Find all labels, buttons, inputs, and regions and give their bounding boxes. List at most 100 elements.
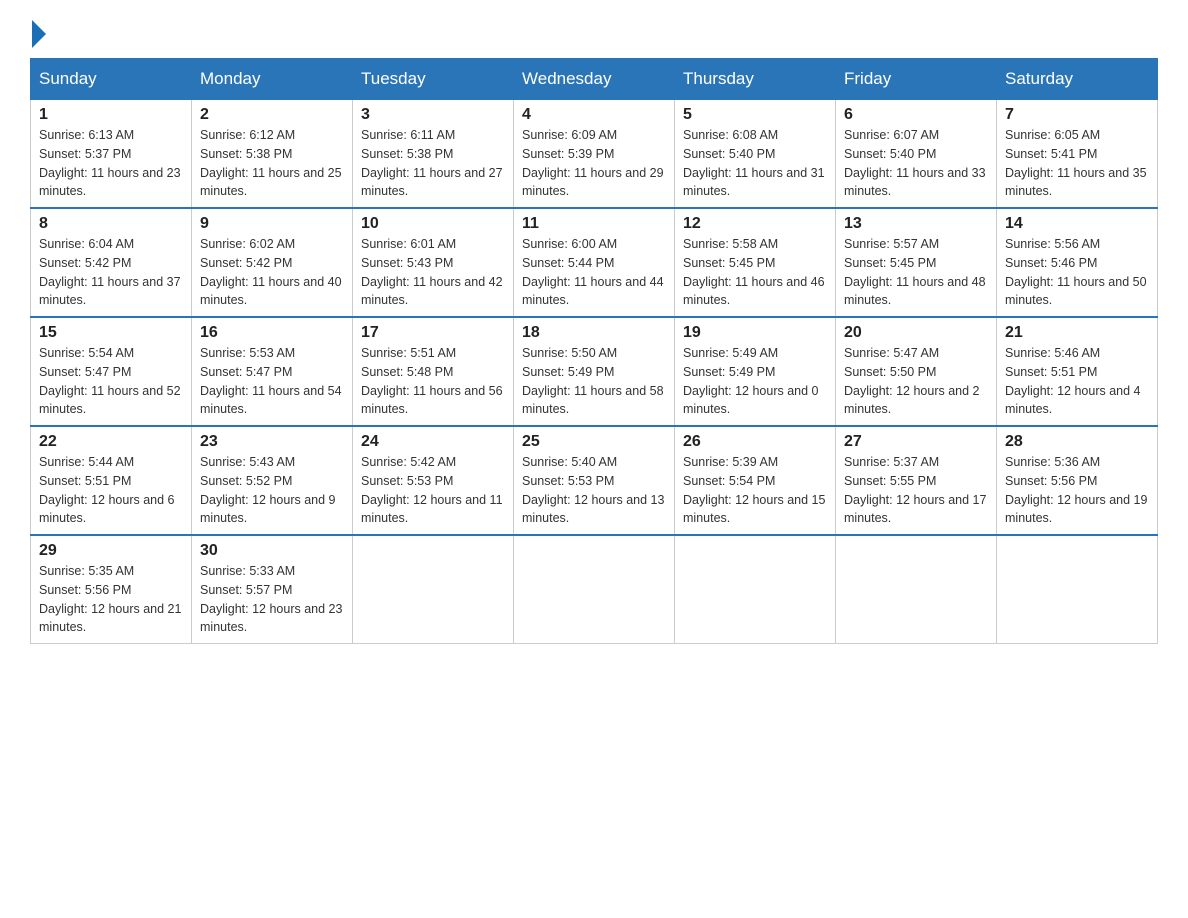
day-info: Sunrise: 5:37 AMSunset: 5:55 PMDaylight:… xyxy=(844,453,988,528)
day-info: Sunrise: 5:36 AMSunset: 5:56 PMDaylight:… xyxy=(1005,453,1149,528)
calendar-cell xyxy=(836,535,997,644)
day-info: Sunrise: 6:11 AMSunset: 5:38 PMDaylight:… xyxy=(361,126,505,201)
calendar-cell: 1 Sunrise: 6:13 AMSunset: 5:37 PMDaylight… xyxy=(31,100,192,209)
logo xyxy=(30,20,48,48)
day-info: Sunrise: 6:02 AMSunset: 5:42 PMDaylight:… xyxy=(200,235,344,310)
day-number: 18 xyxy=(522,324,666,342)
weekday-header-thursday: Thursday xyxy=(675,59,836,100)
day-number: 7 xyxy=(1005,106,1149,124)
logo-triangle-icon xyxy=(32,20,46,48)
calendar-week-row: 1 Sunrise: 6:13 AMSunset: 5:37 PMDaylight… xyxy=(31,100,1158,209)
day-number: 2 xyxy=(200,106,344,124)
calendar-cell: 12 Sunrise: 5:58 AMSunset: 5:45 PMDayligh… xyxy=(675,208,836,317)
day-number: 26 xyxy=(683,433,827,451)
day-info: Sunrise: 6:05 AMSunset: 5:41 PMDaylight:… xyxy=(1005,126,1149,201)
calendar-week-row: 15 Sunrise: 5:54 AMSunset: 5:47 PMDayligh… xyxy=(31,317,1158,426)
calendar-cell xyxy=(675,535,836,644)
day-info: Sunrise: 6:13 AMSunset: 5:37 PMDaylight:… xyxy=(39,126,183,201)
day-number: 9 xyxy=(200,215,344,233)
day-info: Sunrise: 5:40 AMSunset: 5:53 PMDaylight:… xyxy=(522,453,666,528)
calendar-cell: 22 Sunrise: 5:44 AMSunset: 5:51 PMDayligh… xyxy=(31,426,192,535)
calendar-cell: 14 Sunrise: 5:56 AMSunset: 5:46 PMDayligh… xyxy=(997,208,1158,317)
calendar-cell: 9 Sunrise: 6:02 AMSunset: 5:42 PMDaylight… xyxy=(192,208,353,317)
day-number: 29 xyxy=(39,542,183,560)
day-number: 19 xyxy=(683,324,827,342)
calendar-cell: 15 Sunrise: 5:54 AMSunset: 5:47 PMDayligh… xyxy=(31,317,192,426)
calendar-cell: 5 Sunrise: 6:08 AMSunset: 5:40 PMDaylight… xyxy=(675,100,836,209)
day-number: 15 xyxy=(39,324,183,342)
day-number: 3 xyxy=(361,106,505,124)
day-number: 14 xyxy=(1005,215,1149,233)
day-info: Sunrise: 5:43 AMSunset: 5:52 PMDaylight:… xyxy=(200,453,344,528)
day-number: 5 xyxy=(683,106,827,124)
calendar-cell: 3 Sunrise: 6:11 AMSunset: 5:38 PMDaylight… xyxy=(353,100,514,209)
calendar-cell: 27 Sunrise: 5:37 AMSunset: 5:55 PMDayligh… xyxy=(836,426,997,535)
day-number: 11 xyxy=(522,215,666,233)
day-number: 28 xyxy=(1005,433,1149,451)
day-info: Sunrise: 5:47 AMSunset: 5:50 PMDaylight:… xyxy=(844,344,988,419)
calendar-cell: 16Sunrise: 5:53 AMSunset: 5:47 PMDayligh… xyxy=(192,317,353,426)
day-number: 4 xyxy=(522,106,666,124)
day-number: 1 xyxy=(39,106,183,124)
calendar-cell: 28 Sunrise: 5:36 AMSunset: 5:56 PMDayligh… xyxy=(997,426,1158,535)
day-info: Sunrise: 5:56 AMSunset: 5:46 PMDaylight:… xyxy=(1005,235,1149,310)
calendar-cell: 2 Sunrise: 6:12 AMSunset: 5:38 PMDaylight… xyxy=(192,100,353,209)
weekday-header-monday: Monday xyxy=(192,59,353,100)
calendar-week-row: 8 Sunrise: 6:04 AMSunset: 5:42 PMDaylight… xyxy=(31,208,1158,317)
calendar-cell: 18 Sunrise: 5:50 AMSunset: 5:49 PMDayligh… xyxy=(514,317,675,426)
calendar-cell: 29 Sunrise: 5:35 AMSunset: 5:56 PMDayligh… xyxy=(31,535,192,644)
day-info: Sunrise: 6:00 AMSunset: 5:44 PMDaylight:… xyxy=(522,235,666,310)
weekday-header-friday: Friday xyxy=(836,59,997,100)
calendar-cell: 8 Sunrise: 6:04 AMSunset: 5:42 PMDaylight… xyxy=(31,208,192,317)
calendar-cell: 25 Sunrise: 5:40 AMSunset: 5:53 PMDayligh… xyxy=(514,426,675,535)
page-header xyxy=(30,20,1158,48)
calendar-cell: 17 Sunrise: 5:51 AMSunset: 5:48 PMDayligh… xyxy=(353,317,514,426)
calendar-cell: 20Sunrise: 5:47 AMSunset: 5:50 PMDayligh… xyxy=(836,317,997,426)
day-info: Sunrise: 5:35 AMSunset: 5:56 PMDaylight:… xyxy=(39,562,183,637)
day-info: Sunrise: 5:44 AMSunset: 5:51 PMDaylight:… xyxy=(39,453,183,528)
calendar-cell: 7 Sunrise: 6:05 AMSunset: 5:41 PMDaylight… xyxy=(997,100,1158,209)
day-number: 22 xyxy=(39,433,183,451)
calendar-cell: 13Sunrise: 5:57 AMSunset: 5:45 PMDayligh… xyxy=(836,208,997,317)
day-number: 12 xyxy=(683,215,827,233)
day-number: 27 xyxy=(844,433,988,451)
calendar-cell xyxy=(353,535,514,644)
day-number: 13 xyxy=(844,215,988,233)
day-info: Sunrise: 5:42 AMSunset: 5:53 PMDaylight:… xyxy=(361,453,505,528)
logo-blue-part xyxy=(30,20,48,48)
day-number: 23 xyxy=(200,433,344,451)
day-info: Sunrise: 5:53 AMSunset: 5:47 PMDaylight:… xyxy=(200,344,344,419)
day-info: Sunrise: 5:54 AMSunset: 5:47 PMDaylight:… xyxy=(39,344,183,419)
calendar-cell xyxy=(514,535,675,644)
day-info: Sunrise: 5:58 AMSunset: 5:45 PMDaylight:… xyxy=(683,235,827,310)
day-info: Sunrise: 5:50 AMSunset: 5:49 PMDaylight:… xyxy=(522,344,666,419)
day-info: Sunrise: 6:01 AMSunset: 5:43 PMDaylight:… xyxy=(361,235,505,310)
calendar-cell: 30Sunrise: 5:33 AMSunset: 5:57 PMDayligh… xyxy=(192,535,353,644)
day-info: Sunrise: 6:12 AMSunset: 5:38 PMDaylight:… xyxy=(200,126,344,201)
calendar-cell: 21Sunrise: 5:46 AMSunset: 5:51 PMDayligh… xyxy=(997,317,1158,426)
calendar-week-row: 22 Sunrise: 5:44 AMSunset: 5:51 PMDayligh… xyxy=(31,426,1158,535)
weekday-header-wednesday: Wednesday xyxy=(514,59,675,100)
calendar-cell: 19 Sunrise: 5:49 AMSunset: 5:49 PMDayligh… xyxy=(675,317,836,426)
calendar-cell: 26 Sunrise: 5:39 AMSunset: 5:54 PMDayligh… xyxy=(675,426,836,535)
day-number: 30 xyxy=(200,542,344,560)
day-info: Sunrise: 6:08 AMSunset: 5:40 PMDaylight:… xyxy=(683,126,827,201)
day-number: 25 xyxy=(522,433,666,451)
day-info: Sunrise: 5:49 AMSunset: 5:49 PMDaylight:… xyxy=(683,344,827,419)
day-number: 10 xyxy=(361,215,505,233)
day-info: Sunrise: 6:04 AMSunset: 5:42 PMDaylight:… xyxy=(39,235,183,310)
day-info: Sunrise: 5:51 AMSunset: 5:48 PMDaylight:… xyxy=(361,344,505,419)
calendar-cell: 6Sunrise: 6:07 AMSunset: 5:40 PMDaylight… xyxy=(836,100,997,209)
calendar-cell: 10 Sunrise: 6:01 AMSunset: 5:43 PMDayligh… xyxy=(353,208,514,317)
weekday-header-tuesday: Tuesday xyxy=(353,59,514,100)
day-number: 8 xyxy=(39,215,183,233)
day-number: 24 xyxy=(361,433,505,451)
day-number: 17 xyxy=(361,324,505,342)
day-info: Sunrise: 5:39 AMSunset: 5:54 PMDaylight:… xyxy=(683,453,827,528)
calendar-cell: 11 Sunrise: 6:00 AMSunset: 5:44 PMDayligh… xyxy=(514,208,675,317)
weekday-header-sunday: Sunday xyxy=(31,59,192,100)
calendar-week-row: 29 Sunrise: 5:35 AMSunset: 5:56 PMDayligh… xyxy=(31,535,1158,644)
calendar-cell: 23 Sunrise: 5:43 AMSunset: 5:52 PMDayligh… xyxy=(192,426,353,535)
day-number: 6 xyxy=(844,106,988,124)
calendar-cell xyxy=(997,535,1158,644)
